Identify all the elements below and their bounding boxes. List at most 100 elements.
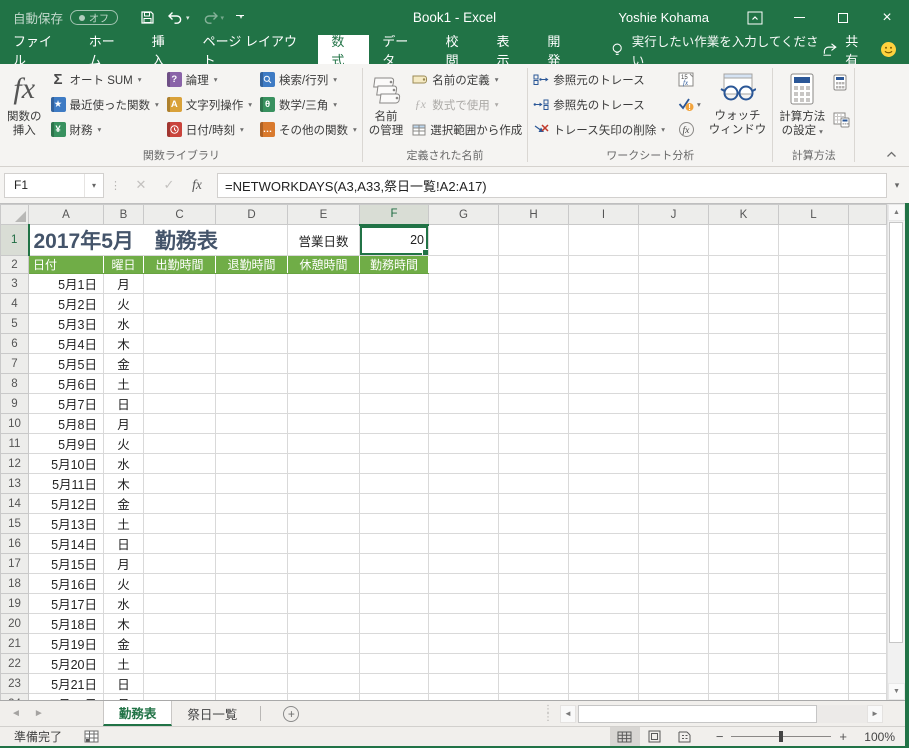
cell-empty[interactable] — [288, 354, 360, 374]
cell-empty[interactable] — [849, 454, 887, 474]
maximize-button[interactable] — [821, 0, 865, 35]
cell-empty[interactable] — [849, 574, 887, 594]
cell-date[interactable]: 5月19日 — [29, 634, 104, 654]
cell-empty[interactable] — [216, 674, 288, 694]
cell-empty[interactable] — [288, 514, 360, 534]
cell-empty[interactable] — [216, 654, 288, 674]
row-header-22[interactable]: 22 — [1, 654, 29, 674]
cell-empty[interactable] — [144, 574, 216, 594]
lookup-button[interactable]: 検索/行列▾ — [256, 67, 361, 92]
cell-empty[interactable] — [499, 574, 569, 594]
cell-empty[interactable] — [499, 634, 569, 654]
cell-empty[interactable] — [360, 454, 429, 474]
cell-empty[interactable] — [709, 225, 779, 256]
cell-empty[interactable] — [709, 394, 779, 414]
column-header-c[interactable]: C — [144, 205, 216, 225]
cell-empty[interactable] — [216, 374, 288, 394]
cell-empty[interactable] — [216, 474, 288, 494]
cell-empty[interactable] — [144, 274, 216, 294]
cell-weekday[interactable]: 日 — [104, 534, 144, 554]
cell-empty[interactable] — [216, 294, 288, 314]
cell-empty[interactable] — [639, 274, 709, 294]
cell-empty[interactable] — [144, 494, 216, 514]
cell-empty[interactable] — [288, 454, 360, 474]
cell-empty[interactable] — [639, 454, 709, 474]
cell-empty[interactable] — [779, 454, 849, 474]
cell-empty[interactable] — [288, 674, 360, 694]
cell-empty[interactable] — [779, 354, 849, 374]
new-sheet-button[interactable]: + — [283, 706, 299, 722]
cell-empty[interactable] — [288, 394, 360, 414]
cell-empty[interactable] — [499, 354, 569, 374]
cell-empty[interactable] — [429, 256, 499, 274]
cell-empty[interactable] — [288, 534, 360, 554]
cell-weekday[interactable]: 土 — [104, 374, 144, 394]
cell-empty[interactable] — [639, 674, 709, 694]
cell-empty[interactable] — [360, 374, 429, 394]
row-header-3[interactable]: 3 — [1, 274, 29, 294]
cell-empty[interactable] — [288, 494, 360, 514]
cell-empty[interactable] — [499, 414, 569, 434]
logical-button[interactable]: ?論理▾ — [163, 67, 256, 92]
cell-empty[interactable] — [288, 294, 360, 314]
zoom-out-button[interactable]: − — [716, 729, 724, 744]
cell-date[interactable]: 5月5日 — [29, 354, 104, 374]
cell-empty[interactable] — [569, 256, 639, 274]
cell-empty[interactable] — [779, 494, 849, 514]
cell-empty[interactable] — [144, 434, 216, 454]
cell-empty[interactable] — [849, 394, 887, 414]
cell-empty[interactable] — [849, 434, 887, 454]
row-header-5[interactable]: 5 — [1, 314, 29, 334]
cell-empty[interactable] — [288, 634, 360, 654]
row-header-12[interactable]: 12 — [1, 454, 29, 474]
cell-empty[interactable] — [360, 574, 429, 594]
cell-empty[interactable] — [288, 594, 360, 614]
cell-empty[interactable] — [779, 334, 849, 354]
cell-empty[interactable] — [849, 225, 887, 256]
cell-empty[interactable] — [569, 614, 639, 634]
cell-empty[interactable] — [569, 225, 639, 256]
cell-empty[interactable] — [429, 354, 499, 374]
horizontal-scrollbar[interactable]: ◄ ► — [560, 704, 883, 723]
cell-empty[interactable] — [499, 654, 569, 674]
tab-review[interactable]: 校閲 — [433, 35, 484, 64]
cell-empty[interactable] — [144, 594, 216, 614]
cell-date[interactable]: 5月7日 — [29, 394, 104, 414]
cell-empty[interactable] — [779, 594, 849, 614]
cell-empty[interactable] — [144, 674, 216, 694]
cell-date[interactable]: 5月18日 — [29, 614, 104, 634]
cell-empty[interactable] — [639, 314, 709, 334]
cell-header-weekday[interactable]: 曜日 — [104, 256, 144, 274]
cell-empty[interactable] — [499, 394, 569, 414]
cell-empty[interactable] — [429, 394, 499, 414]
cell-empty[interactable] — [360, 654, 429, 674]
cell-empty[interactable] — [429, 674, 499, 694]
tab-developer[interactable]: 開発 — [534, 35, 585, 64]
cell-empty[interactable] — [639, 294, 709, 314]
cell-empty[interactable] — [360, 554, 429, 574]
cell-empty[interactable] — [144, 334, 216, 354]
cell-empty[interactable] — [499, 434, 569, 454]
cell-empty[interactable] — [709, 474, 779, 494]
autosum-button[interactable]: Σオート SUM▾ — [47, 67, 163, 92]
cell-empty[interactable] — [779, 674, 849, 694]
column-header-a[interactable]: A — [29, 205, 104, 225]
cell-date[interactable]: 5月6日 — [29, 374, 104, 394]
row-header-6[interactable]: 6 — [1, 334, 29, 354]
fill-handle[interactable] — [422, 249, 428, 255]
cell-empty[interactable] — [709, 274, 779, 294]
cell-weekday[interactable]: 火 — [104, 294, 144, 314]
cell-date[interactable]: 5月8日 — [29, 414, 104, 434]
row-header-20[interactable]: 20 — [1, 614, 29, 634]
cell-empty[interactable] — [499, 494, 569, 514]
cell-empty[interactable] — [144, 454, 216, 474]
cell-empty[interactable] — [360, 534, 429, 554]
page-break-preview-button[interactable] — [670, 727, 700, 746]
cell-empty[interactable] — [849, 274, 887, 294]
cell-weekday[interactable]: 月 — [104, 414, 144, 434]
cell-empty[interactable] — [779, 225, 849, 256]
cell-empty[interactable] — [709, 334, 779, 354]
cell-empty[interactable] — [709, 434, 779, 454]
cell-empty[interactable] — [288, 274, 360, 294]
cell-date[interactable]: 5月15日 — [29, 554, 104, 574]
